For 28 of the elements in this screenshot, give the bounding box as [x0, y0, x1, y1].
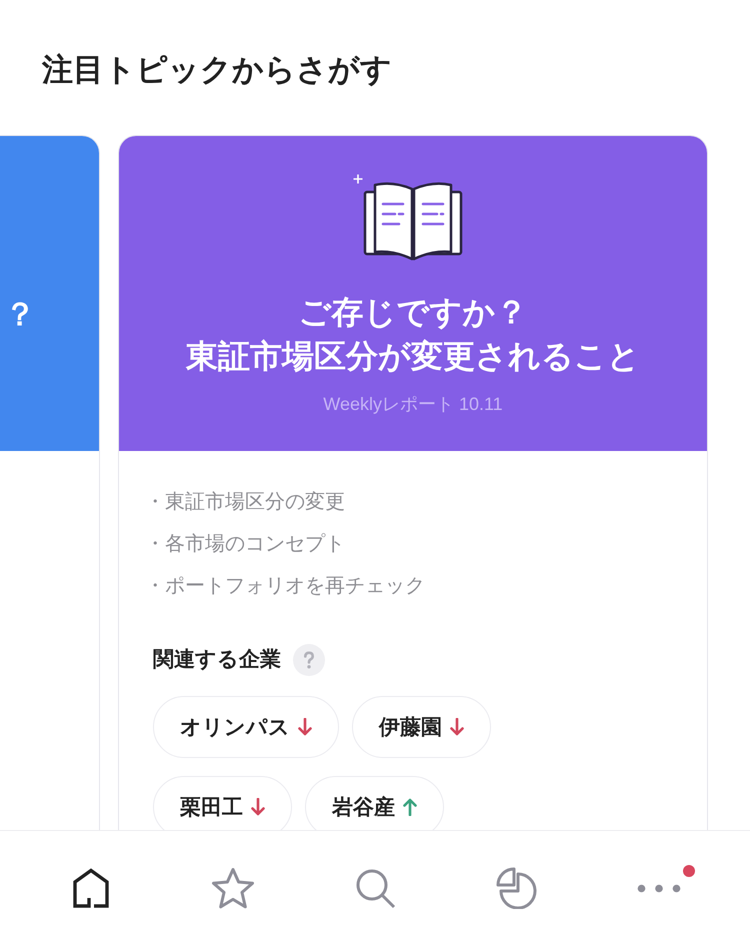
card-subtitle: Weeklyレポート 10.11 — [323, 393, 503, 416]
bullet-item: ・東証市場区分の変更 — [145, 490, 346, 515]
open-book-icon — [363, 180, 463, 262]
search-icon — [354, 868, 396, 908]
star-tab[interactable] — [210, 866, 256, 910]
help-icon[interactable] — [293, 644, 325, 676]
topic-card[interactable]: ？ — [0, 135, 100, 830]
card-title: ？ — [4, 295, 36, 334]
card-title: 東証市場区分が変更されること — [186, 337, 640, 376]
chart-tab[interactable] — [496, 867, 538, 909]
page-title: 注目トピックからさがす — [42, 51, 392, 89]
topic-card[interactable]: ご存じですか？ 東証市場区分が変更されること Weeklyレポート 10.11 ・東証市場区分の変更 ・各市場のコンセプト ・ポートフォリオを再チェック 関連する企業 オリンパス 伊藤園 栗田工 岩谷産 — [118, 135, 708, 830]
company-chip[interactable]: 岩谷産 — [305, 776, 444, 830]
section-heading: 関連する企業 — [153, 647, 281, 673]
more-icon — [637, 884, 681, 892]
company-chip[interactable]: 栗田工 — [153, 776, 292, 830]
home-icon — [72, 868, 110, 908]
bullet-item: ・ポートフォリオを再チェック — [145, 574, 426, 599]
sparkle-icon — [353, 174, 363, 184]
company-chip[interactable]: オリンパス — [153, 696, 339, 758]
search-tab[interactable] — [354, 868, 396, 908]
star-icon — [210, 866, 256, 910]
pie-chart-icon — [496, 867, 538, 909]
bullet-item: ・各市場のコンセプト — [145, 532, 346, 557]
more-tab[interactable] — [637, 884, 681, 892]
home-tab[interactable] — [72, 868, 110, 908]
company-chip[interactable]: 伊藤園 — [352, 696, 491, 758]
card-title: ご存じですか？ — [298, 293, 528, 332]
